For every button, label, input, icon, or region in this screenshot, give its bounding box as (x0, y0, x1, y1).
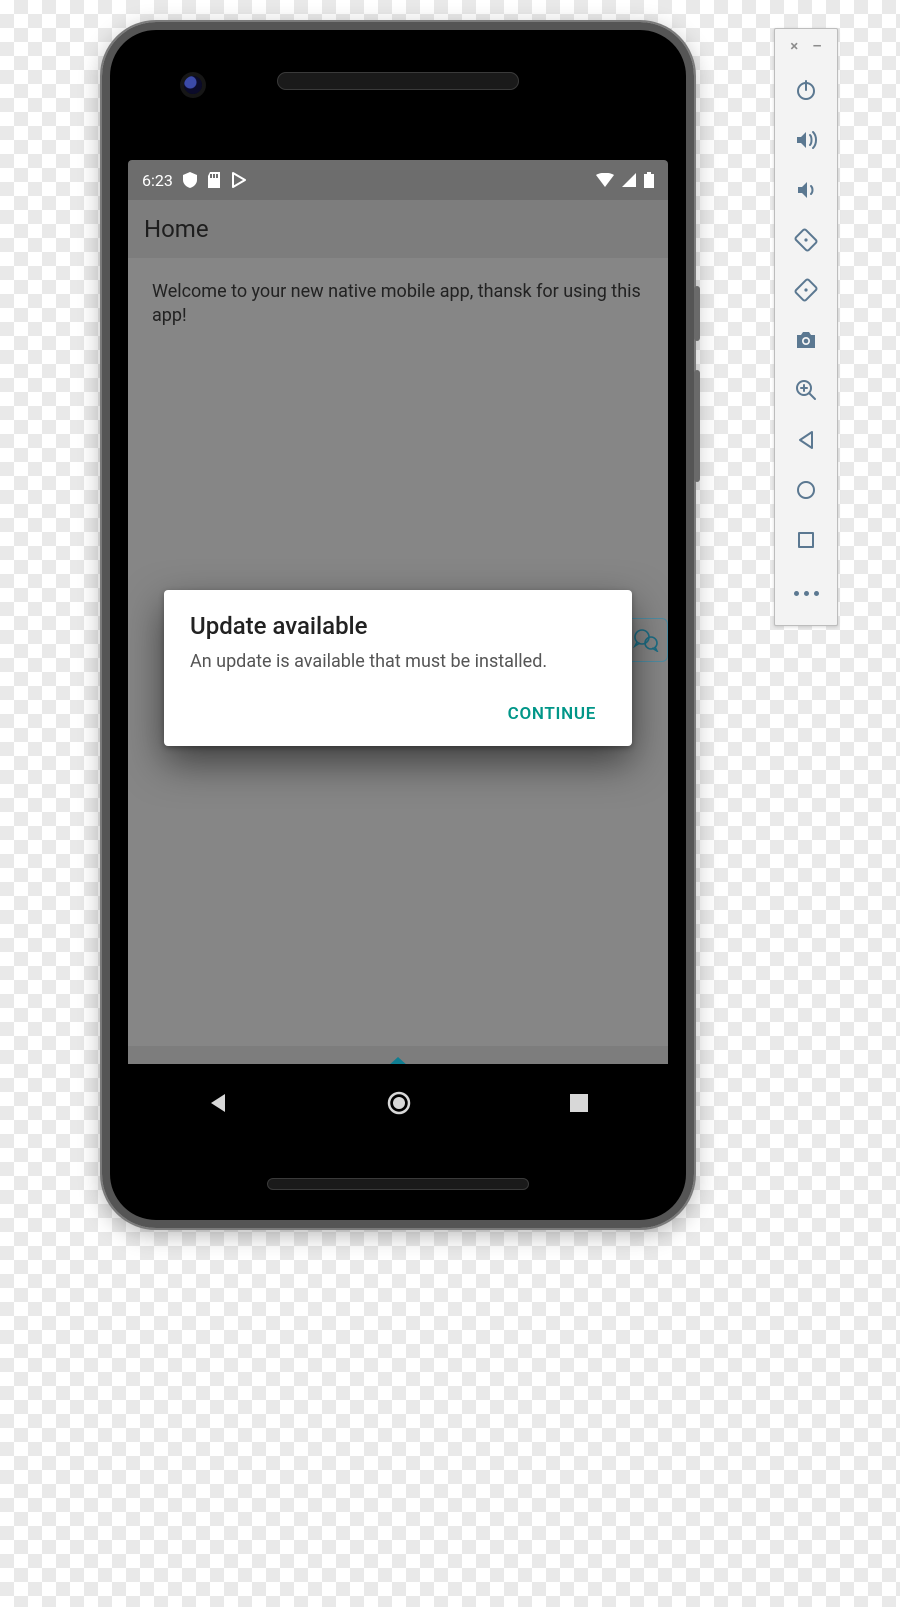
rotate-left-icon (793, 227, 819, 253)
app-header: Home (128, 200, 668, 258)
update-available-dialog: Update available An update is available … (164, 590, 632, 746)
status-clock: 6:23 (142, 171, 173, 190)
phone-front-camera (184, 76, 202, 94)
phone-earpiece (277, 72, 519, 90)
status-left: 6:23 (142, 171, 247, 190)
emulator-back-button[interactable] (786, 415, 826, 465)
phone-device-frame: 6:23 Home Welcome to your new native mob… (102, 22, 694, 1228)
emulator-screenshot-button[interactable] (786, 315, 826, 365)
phone-chin-bar (267, 1178, 529, 1190)
nav-overview-button[interactable] (569, 1093, 589, 1113)
welcome-text: Welcome to your new native mobile app, t… (128, 258, 668, 329)
phone-side-button (694, 286, 700, 341)
phone-screen: 6:23 Home Welcome to your new native mob… (128, 160, 668, 1142)
dialog-message: An update is available that must be inst… (190, 650, 606, 674)
power-icon (794, 78, 818, 102)
android-soft-nav (128, 1064, 668, 1142)
page-title: Home (144, 215, 209, 243)
emulator-minimize-button[interactable]: – (812, 37, 822, 55)
nav-home-button[interactable] (386, 1090, 412, 1116)
emulator-volume-down-button[interactable] (786, 165, 826, 215)
back-triangle-icon (795, 429, 817, 451)
volume-down-icon (794, 178, 818, 202)
zoom-in-icon (794, 378, 818, 402)
emulator-rotate-left-button[interactable] (786, 215, 826, 265)
sd-card-icon (207, 172, 221, 188)
emulator-rotate-right-button[interactable] (786, 265, 826, 315)
emulator-more-button[interactable] (786, 565, 826, 615)
emulator-zoom-button[interactable] (786, 365, 826, 415)
battery-icon (644, 172, 654, 188)
emulator-control-panel: × – (774, 28, 838, 626)
emulator-close-button[interactable]: × (790, 37, 798, 55)
status-right (596, 172, 654, 188)
more-dots-icon (794, 591, 819, 596)
shield-icon (183, 172, 197, 188)
home-circle-icon (795, 479, 817, 501)
cellular-signal-icon (622, 173, 636, 187)
chat-bubbles-icon (633, 628, 659, 652)
overview-square-icon (796, 530, 816, 550)
emulator-home-button[interactable] (786, 465, 826, 515)
nav-back-button[interactable] (207, 1092, 229, 1114)
volume-up-icon (794, 128, 818, 152)
wifi-icon (596, 173, 614, 187)
camera-icon (794, 329, 818, 351)
phone-side-button (694, 370, 700, 482)
emulator-power-button[interactable] (786, 65, 826, 115)
emulator-volume-up-button[interactable] (786, 115, 826, 165)
android-status-bar: 6:23 (128, 160, 668, 200)
emulator-overview-button[interactable] (786, 515, 826, 565)
dialog-title: Update available (190, 612, 606, 640)
play-store-icon (231, 172, 247, 188)
continue-button[interactable]: CONTINUE (498, 696, 606, 732)
rotate-right-icon (793, 277, 819, 303)
